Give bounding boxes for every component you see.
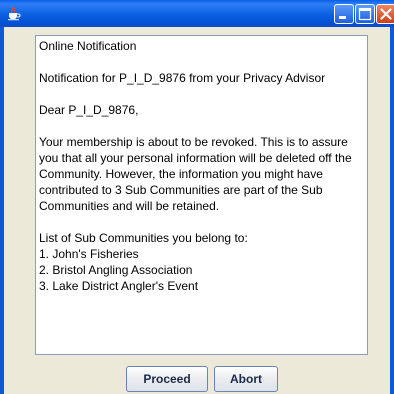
message-line	[39, 214, 364, 230]
message-line	[39, 54, 364, 70]
dialog-window: Online Notification Notification for P_I_…	[0, 0, 394, 394]
minimize-icon	[339, 16, 346, 19]
title-bar[interactable]	[0, 0, 394, 27]
proceed-button[interactable]: Proceed	[126, 366, 208, 392]
message-line	[39, 86, 364, 102]
message-line: List of Sub Communities you belong to:	[39, 231, 248, 245]
message-line: 1. John's Fisheries	[39, 247, 139, 261]
abort-button[interactable]: Abort	[214, 366, 278, 392]
message-line: 2. Bristol Angling Association	[39, 263, 193, 277]
message-line: Community. However, the information you …	[39, 167, 323, 181]
message-line: Notification for P_I_D_9876 from your Pr…	[39, 71, 326, 85]
message-line: you that all your personal information w…	[39, 151, 352, 165]
message-line: Dear P_I_D_9876,	[39, 103, 139, 117]
java-cup-icon	[6, 5, 22, 21]
message-line: Your membership is about to be revoked. …	[39, 135, 348, 149]
message-line: 3. Lake District Angler's Event	[39, 279, 199, 293]
message-line: Online Notification	[39, 39, 137, 53]
dialog-content: Online Notification Notification for P_I_…	[4, 27, 390, 394]
maximize-button[interactable]	[355, 4, 375, 24]
message-line	[39, 118, 364, 134]
message-line: Communities and will be retained.	[39, 199, 220, 213]
close-button[interactable]	[376, 4, 394, 24]
close-icon	[380, 8, 392, 20]
minimize-button[interactable]	[334, 4, 354, 24]
message-line: contributed to 3 Sub Communities are par…	[39, 183, 323, 197]
notification-text-area[interactable]: Online Notification Notification for P_I_…	[35, 35, 368, 355]
window-border-right	[390, 27, 394, 394]
maximize-icon	[358, 7, 372, 21]
